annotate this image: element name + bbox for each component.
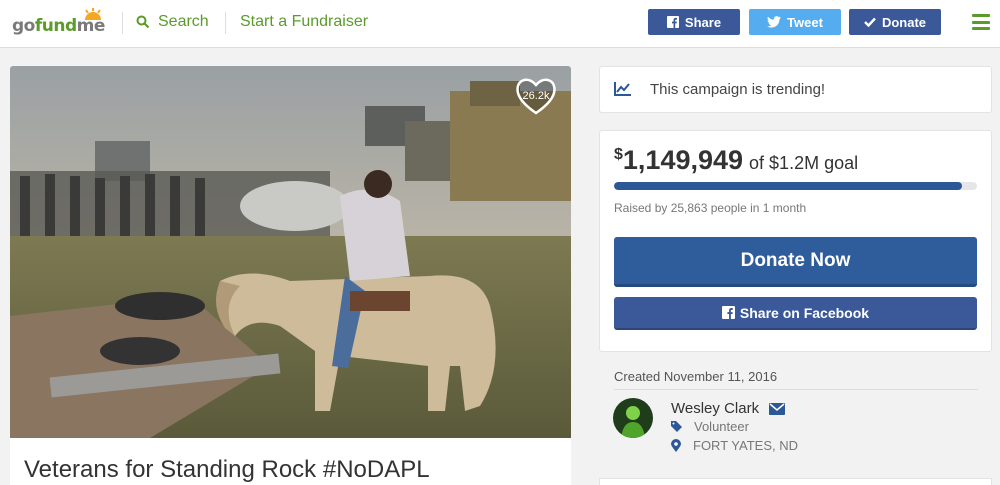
share-label: Share	[684, 14, 722, 30]
heart-count: 26.2k	[522, 90, 550, 102]
facebook-icon	[721, 306, 735, 319]
location-pin-icon	[671, 439, 681, 452]
tag-icon	[671, 421, 682, 432]
donate-label: Donate	[881, 14, 927, 30]
twitter-icon	[767, 16, 782, 28]
share-facebook-label: Share on Facebook	[739, 304, 870, 321]
search-icon	[136, 15, 150, 29]
checkmark-icon	[864, 17, 876, 27]
header-donate-button[interactable]: Donate	[849, 9, 941, 35]
share-on-facebook-button[interactable]: Share on Facebook	[614, 297, 977, 330]
search-label: Search	[158, 13, 209, 30]
organizer-avatar[interactable]	[613, 398, 653, 438]
organizer-name-row: Wesley Clark	[671, 400, 786, 417]
gofundme-logo[interactable]: gofundme	[12, 8, 108, 40]
trending-chart-icon	[614, 82, 631, 96]
donation-card: $ 1,149,949 of $1.2M goal Raised by 25,8…	[599, 130, 992, 352]
goal-text: of $1.2M goal	[749, 153, 859, 173]
heart-button[interactable]: 26.2k	[514, 76, 558, 116]
trending-card: This campaign is trending!	[599, 66, 992, 113]
next-card	[599, 478, 992, 485]
amount-raised: 1,149,949	[622, 145, 744, 175]
header-divider	[225, 12, 226, 34]
logo-wordmark: gofundme	[12, 16, 105, 36]
organizer-name[interactable]: Wesley Clark	[671, 400, 759, 417]
facebook-icon	[666, 16, 679, 28]
organizer-location: FORT YATES, ND	[693, 438, 798, 453]
organizer-location-row: FORT YATES, ND	[671, 438, 798, 453]
trending-text: This campaign is trending!	[650, 81, 826, 98]
progress-bar	[614, 182, 977, 190]
tweet-label: Tweet	[787, 14, 823, 30]
campaign-photo	[10, 66, 571, 438]
raised-amount: $ 1,149,949 of $1.2M goal	[614, 145, 858, 176]
envelope-icon[interactable]	[769, 402, 786, 415]
campaign-card: 26.2k Veterans for Standing Rock #NoDAPL	[10, 66, 571, 485]
organizer-role-row: Volunteer	[671, 419, 749, 434]
donate-now-button[interactable]: Donate Now	[614, 237, 977, 287]
created-date: Created November 11, 2016	[614, 369, 778, 384]
hamburger-menu-icon[interactable]	[972, 14, 990, 30]
organizer-role: Volunteer	[694, 419, 749, 434]
progress-fill	[614, 182, 962, 190]
start-fundraiser-link[interactable]: Start a Fundraiser	[240, 13, 368, 31]
campaign-title: Veterans for Standing Rock #NoDAPL	[24, 456, 430, 483]
header-divider	[122, 12, 123, 34]
raised-by-text: Raised by 25,863 people in 1 month	[614, 201, 807, 215]
tweet-button[interactable]: Tweet	[749, 9, 841, 35]
facebook-share-button[interactable]: Share	[648, 9, 740, 35]
search-link[interactable]: Search	[136, 13, 209, 31]
divider	[614, 389, 978, 390]
top-header: gofundme Search Start a Fundraiser Share…	[0, 0, 1000, 48]
currency-symbol: $	[614, 146, 623, 163]
